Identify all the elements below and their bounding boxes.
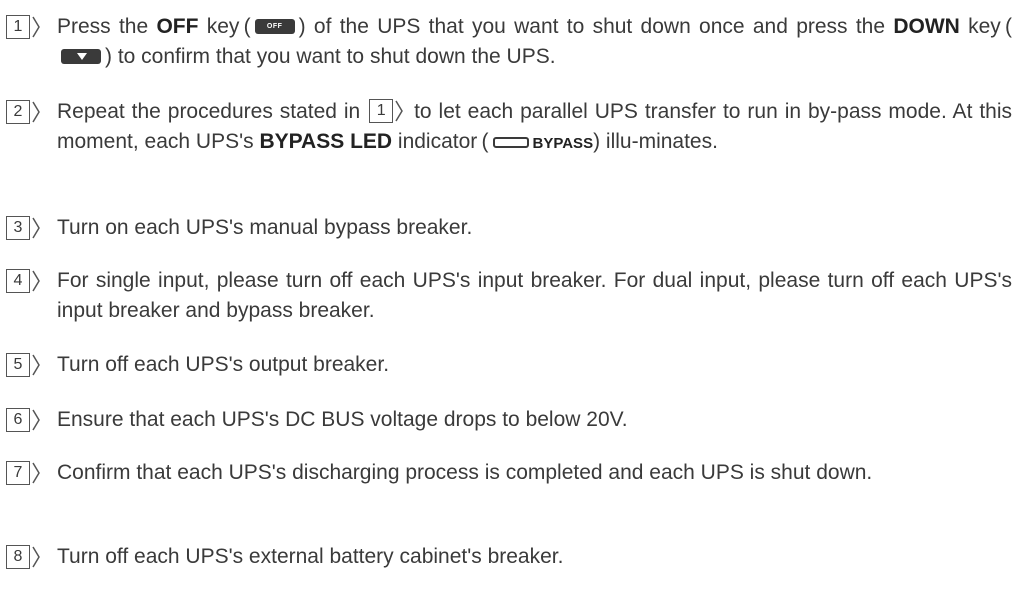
step-5: 5 Turn off each UPS's output breaker. [0,350,1012,380]
step-text: For single input, please turn off each U… [57,269,1012,322]
step-text: Ensure that each UPS's DC BUS voltage dr… [57,408,628,431]
step-2: 2 Repeat the procedures stated in 1 to l… [0,97,1012,159]
step-text: Turn on each UPS's manual bypass breaker… [57,216,473,239]
step-number-marker: 6 [6,408,44,432]
step-number: 2 [13,103,23,120]
down-key-name: DOWN [893,15,960,38]
bypass-led-name: BYPASS LED [259,130,393,153]
step-number-marker: 2 [6,100,44,124]
bypass-led-icon [492,137,529,148]
procedure-page: 1 Press the OFF key (OFF) of the UPS tha… [0,0,1026,612]
step-number-marker: 1 [6,15,44,39]
down-key-icon [61,49,101,64]
step-number: 5 [13,356,23,373]
step-text: Turn off each UPS's external battery cab… [57,545,564,568]
step-number-marker: 7 [6,461,44,485]
step-number: 6 [13,411,23,428]
step-number-marker: 3 [6,216,44,240]
step-number: 1 [13,18,23,35]
step-number-marker: 4 [6,269,44,293]
step-3: 3 Turn on each UPS's manual bypass break… [0,213,1012,243]
step-7: 7 Confirm that each UPS's discharging pr… [0,458,1012,488]
step-number: 3 [13,219,23,236]
step-number: 7 [13,464,23,481]
step-reference-marker: 1 [369,99,405,123]
step-1: 1 Press the OFF key (OFF) of the UPS tha… [0,12,1012,72]
step-text: Press the OFF key (OFF) of the UPS that … [57,15,1012,68]
step-8: 8 Turn off each UPS's external battery c… [0,542,1012,572]
bypass-led-label: BYPASS [532,135,594,152]
step-number: 8 [13,548,23,565]
step-number-marker: 5 [6,353,44,377]
step-number-marker: 8 [6,545,44,569]
step-text: Repeat the procedures stated in 1 to let… [57,99,1013,153]
step-number: 4 [13,272,23,289]
step-6: 6 Ensure that each UPS's DC BUS voltage … [0,405,1012,435]
off-key-name: OFF [156,15,199,38]
step-text: Turn off each UPS's output breaker. [57,353,390,376]
step-4: 4 For single input, please turn off each… [0,266,1012,326]
off-key-icon: OFF [254,19,295,34]
step-text: Confirm that each UPS's discharging proc… [57,461,873,484]
